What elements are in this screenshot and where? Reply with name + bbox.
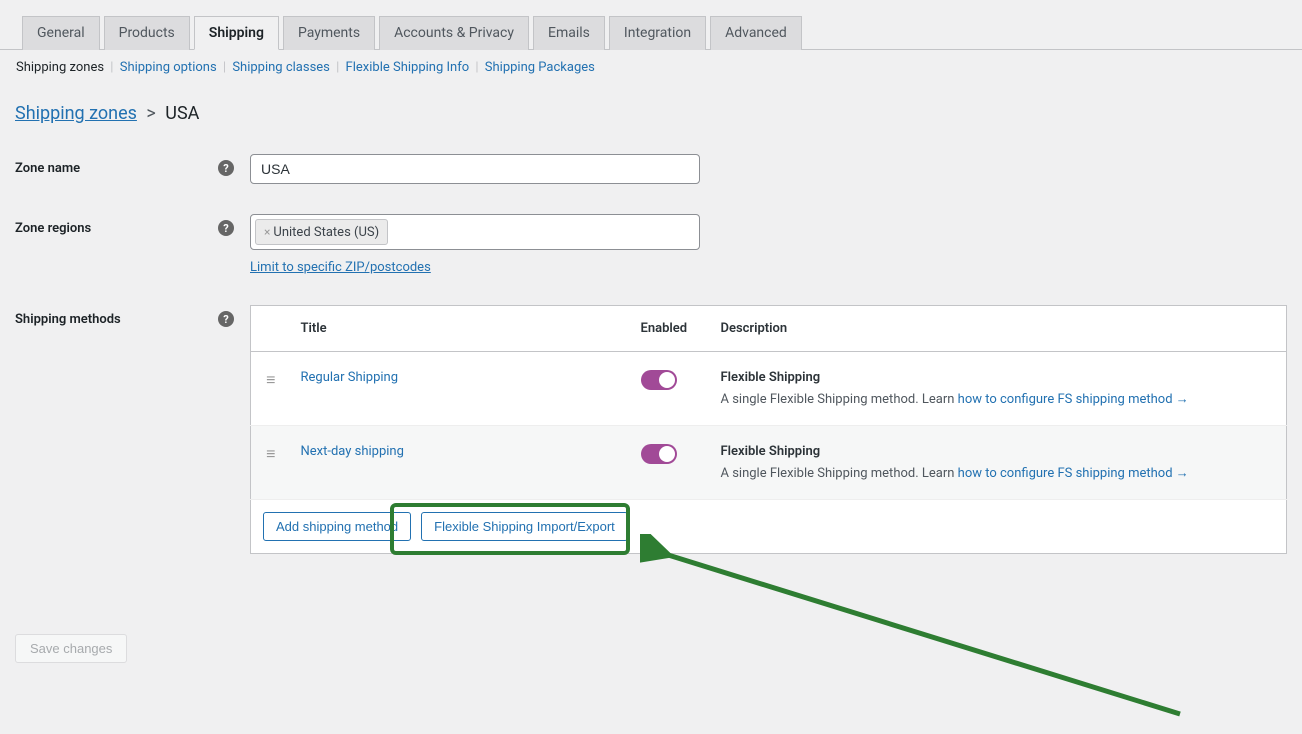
remove-icon[interactable]: ×: [264, 225, 270, 239]
tab-integration[interactable]: Integration: [609, 16, 706, 50]
desc-link[interactable]: how to configure FS shipping method →: [958, 466, 1189, 481]
tab-general[interactable]: General: [22, 16, 100, 50]
desc-link[interactable]: how to configure FS shipping method →: [958, 392, 1189, 407]
tab-emails[interactable]: Emails: [533, 16, 605, 50]
sub-nav: Shipping zones | Shipping options | Ship…: [0, 50, 1302, 85]
region-tag: × United States (US): [255, 219, 388, 245]
tab-shipping[interactable]: Shipping: [194, 16, 279, 50]
enabled-toggle[interactable]: [641, 444, 677, 464]
zone-regions-label: Zone regions: [15, 221, 91, 236]
desc-title: Flexible Shipping: [721, 370, 1277, 385]
subnav-flex-info[interactable]: Flexible Shipping Info: [346, 60, 470, 75]
add-shipping-method-button[interactable]: Add shipping method: [263, 512, 411, 541]
main-tabs: General Products Shipping Payments Accou…: [0, 0, 1302, 50]
save-changes-button[interactable]: Save changes: [15, 634, 127, 663]
breadcrumb-current: USA: [165, 103, 199, 124]
table-row: ≡ Next-day shipping Flexible Shipping A …: [251, 426, 1287, 500]
method-title-link[interactable]: Next-day shipping: [301, 444, 404, 459]
tab-payments[interactable]: Payments: [283, 16, 375, 50]
subnav-classes[interactable]: Shipping classes: [232, 60, 330, 75]
tab-advanced[interactable]: Advanced: [710, 16, 802, 50]
subnav-zones[interactable]: Shipping zones: [16, 60, 104, 75]
tab-products[interactable]: Products: [104, 16, 190, 50]
subnav-options[interactable]: Shipping options: [120, 60, 217, 75]
tab-accounts[interactable]: Accounts & Privacy: [379, 16, 529, 50]
drag-handle-icon[interactable]: ≡: [266, 444, 275, 463]
desc-text: A single Flexible Shipping method. Learn: [721, 466, 958, 481]
th-enabled: Enabled: [631, 306, 711, 352]
help-icon[interactable]: ?: [218, 220, 234, 236]
region-tag-label: United States (US): [273, 225, 379, 240]
shipping-methods-table: Title Enabled Description ≡ Regular Ship…: [250, 305, 1287, 500]
help-icon[interactable]: ?: [218, 311, 234, 327]
breadcrumb: Shipping zones > USA: [0, 85, 1302, 134]
zone-name-input[interactable]: [250, 154, 700, 184]
th-description: Description: [711, 306, 1287, 352]
zone-name-label: Zone name: [15, 161, 80, 176]
annotation-arrow-icon: [640, 534, 1200, 734]
desc-title: Flexible Shipping: [721, 444, 1277, 459]
limit-postcodes-link[interactable]: Limit to specific ZIP/postcodes: [250, 260, 700, 275]
table-row: ≡ Regular Shipping Flexible Shipping A s…: [251, 352, 1287, 426]
th-title: Title: [291, 306, 631, 352]
method-title-link[interactable]: Regular Shipping: [301, 370, 399, 385]
breadcrumb-root[interactable]: Shipping zones: [15, 103, 137, 124]
table-footer: Add shipping method Flexible Shipping Im…: [250, 500, 1287, 554]
shipping-methods-label: Shipping methods: [15, 312, 121, 327]
zone-regions-input[interactable]: × United States (US): [250, 214, 700, 250]
import-export-button[interactable]: Flexible Shipping Import/Export: [421, 512, 628, 541]
subnav-packages[interactable]: Shipping Packages: [485, 60, 595, 75]
desc-text: A single Flexible Shipping method. Learn: [721, 392, 958, 407]
help-icon[interactable]: ?: [218, 160, 234, 176]
drag-handle-icon[interactable]: ≡: [266, 370, 275, 389]
enabled-toggle[interactable]: [641, 370, 677, 390]
